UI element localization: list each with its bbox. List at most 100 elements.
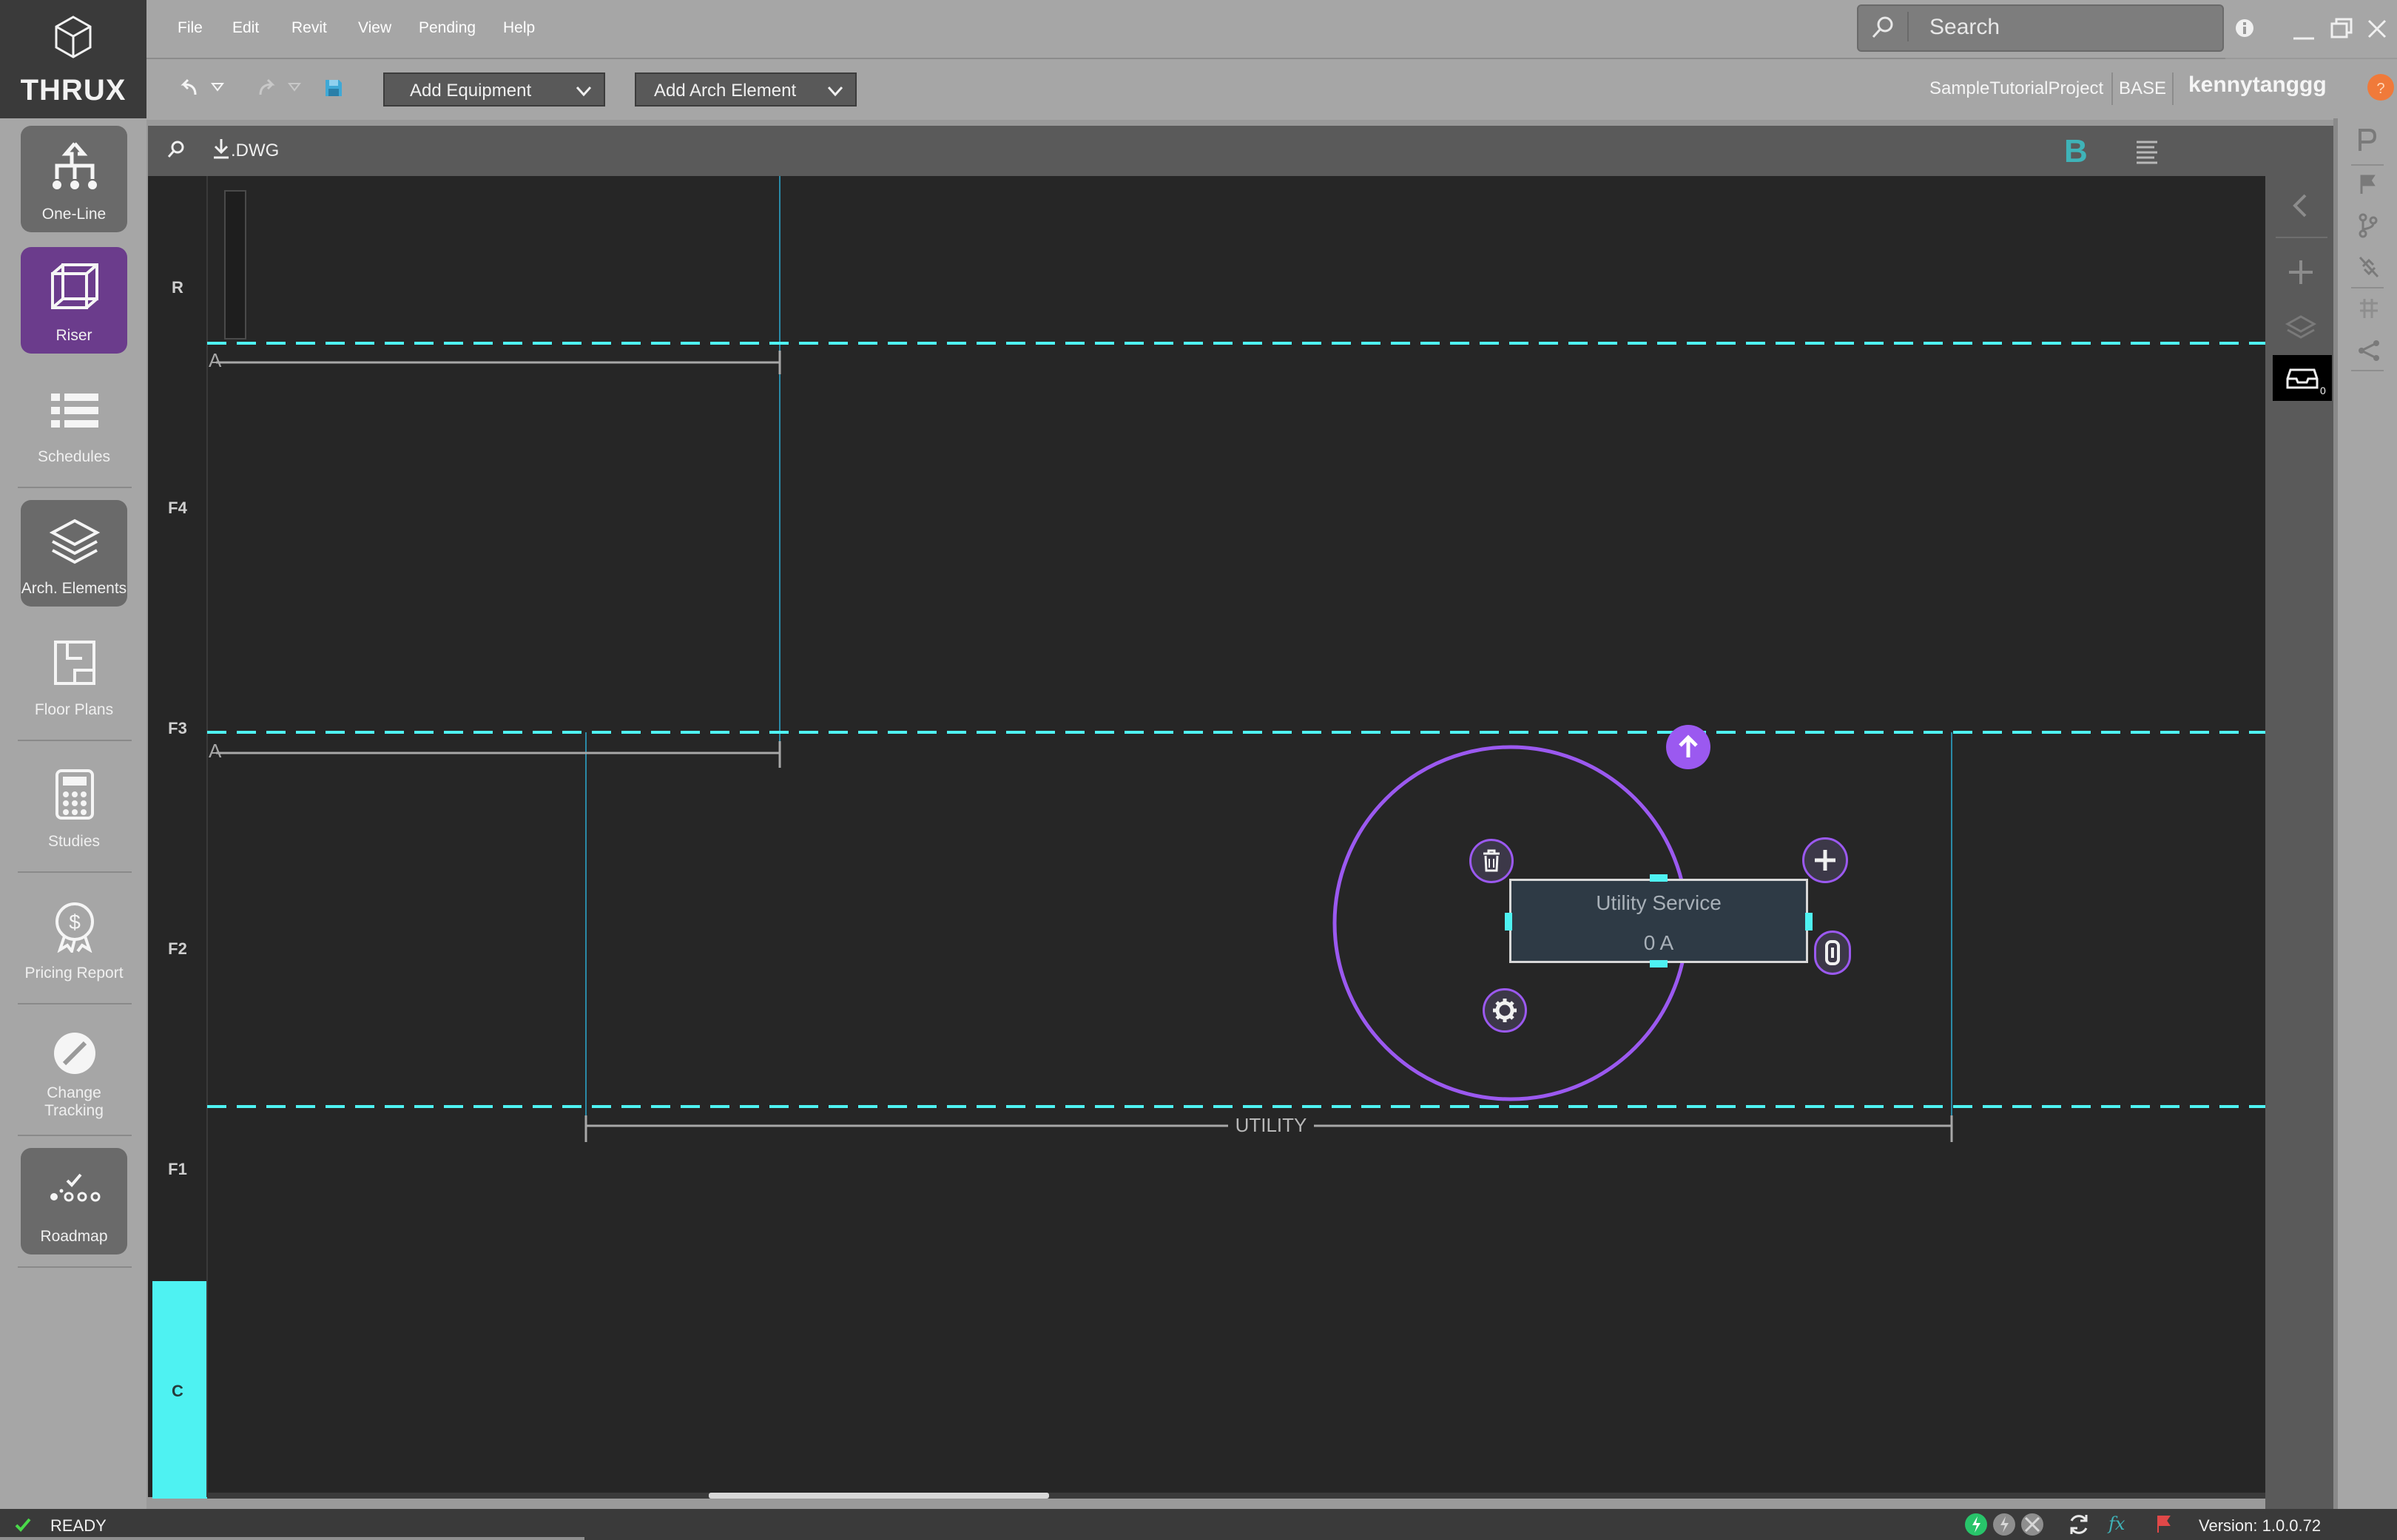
horizontal-scroll-thumb[interactable] xyxy=(709,1493,1049,1499)
equipment-amps: 0 A xyxy=(1643,931,1674,954)
refresh-icon[interactable] xyxy=(2066,1512,2092,1537)
app-logo: THRUX xyxy=(0,0,146,118)
version-label: Version: 1.0.0.72 xyxy=(2199,1516,2322,1535)
settings-button[interactable] xyxy=(1483,988,1527,1033)
disconnect-icon[interactable] xyxy=(2357,254,2381,280)
horizontal-scrollbar[interactable] xyxy=(207,1493,2265,1499)
close-icon[interactable] xyxy=(2364,16,2390,41)
search-input[interactable] xyxy=(1857,4,2224,52)
info-icon[interactable] xyxy=(2234,18,2255,38)
chevron-down-icon xyxy=(576,86,592,97)
trash-icon xyxy=(1483,849,1500,872)
resize-handle-top[interactable] xyxy=(1650,874,1668,882)
sidebar-item-change-tracking[interactable]: Change Tracking xyxy=(21,1016,127,1127)
add-equipment-dropdown[interactable]: Add Equipment xyxy=(383,72,605,107)
sidebar-item-roadmap[interactable]: Roadmap xyxy=(21,1148,127,1254)
flag-icon[interactable] xyxy=(2357,173,2378,195)
rail-divider xyxy=(2351,287,2384,288)
branch-name: BASE xyxy=(2119,78,2167,98)
link-button[interactable] xyxy=(1814,931,1851,975)
minimize-icon[interactable] xyxy=(2290,16,2317,41)
download-icon[interactable] xyxy=(212,138,231,160)
resize-handle-left[interactable] xyxy=(1505,913,1512,931)
add-connection-button[interactable] xyxy=(1802,837,1848,883)
delete-button[interactable] xyxy=(1469,839,1514,883)
utility-room-label: UTILITY xyxy=(1235,1114,1307,1136)
restore-icon[interactable] xyxy=(2329,16,2356,41)
gear-icon xyxy=(1493,999,1517,1022)
b-mode-toggle[interactable]: B xyxy=(2064,133,2088,170)
sidebar-item-arch-elements[interactable]: Arch. Elements xyxy=(21,500,127,607)
rail-divider xyxy=(2351,164,2384,166)
status-text: READY xyxy=(50,1516,107,1535)
text-align-icon[interactable] xyxy=(2134,139,2160,166)
sidebar-item-label: Studies xyxy=(47,833,101,850)
menu-file[interactable]: File xyxy=(178,19,203,37)
sync-off-status-icon[interactable] xyxy=(2018,1512,2046,1537)
status-progress xyxy=(0,1537,584,1540)
resize-handle-bottom[interactable] xyxy=(1650,960,1668,967)
svg-text:$: $ xyxy=(69,911,81,933)
sidebar-divider xyxy=(18,1003,132,1004)
red-flag-icon[interactable] xyxy=(2154,1513,2174,1534)
add-arch-element-dropdown[interactable]: Add Arch Element xyxy=(635,72,857,107)
zoom-icon[interactable] xyxy=(166,139,186,160)
share-node-icon[interactable] xyxy=(2357,337,2381,362)
connection-status-icon[interactable] xyxy=(1962,1512,1990,1537)
riser-stub-element xyxy=(224,190,246,340)
save-icon[interactable] xyxy=(323,77,345,99)
menu-edit[interactable]: Edit xyxy=(232,19,259,37)
sidebar-item-floor-plans[interactable]: Floor Plans xyxy=(21,621,127,728)
avatar-icon: ? xyxy=(2376,81,2384,97)
move-up-button[interactable] xyxy=(1666,725,1710,769)
menu-pending[interactable]: Pending xyxy=(419,19,476,37)
sidebar-item-label: One-Line xyxy=(41,206,107,223)
add-icon[interactable] xyxy=(2286,257,2316,287)
menu-help[interactable]: Help xyxy=(503,19,535,37)
collapse-panel-icon[interactable] xyxy=(2288,191,2313,220)
sidebar-item-label: Change Tracking xyxy=(44,1084,104,1119)
sidebar-item-label: Schedules xyxy=(37,448,111,465)
sidebar-item-studies[interactable]: Studies xyxy=(21,753,127,860)
redo-dropdown-icon[interactable] xyxy=(287,81,302,93)
sidebar-item-label: Floor Plans xyxy=(34,701,114,718)
power-status-icon[interactable] xyxy=(1990,1512,2018,1537)
layers-icon[interactable] xyxy=(2285,312,2317,342)
utility-service-node[interactable]: Utility Service 0 A xyxy=(1509,879,1808,963)
sidebar-item-riser[interactable]: Riser xyxy=(21,247,127,354)
schedules-list-icon xyxy=(51,394,98,428)
inbox-button[interactable]: 0 xyxy=(2273,355,2332,401)
undo-icon[interactable] xyxy=(178,77,201,99)
user-avatar[interactable]: ? xyxy=(2367,74,2394,101)
riser-diagram xyxy=(206,176,2265,1497)
grid-icon[interactable] xyxy=(2357,296,2381,321)
link-icon xyxy=(1825,940,1840,965)
user-name[interactable]: kennytanggg xyxy=(2188,72,2327,98)
roadmap-icon xyxy=(50,1173,101,1202)
arrow-up-icon xyxy=(1679,734,1698,757)
redo-icon[interactable] xyxy=(254,77,278,99)
sidebar-divider xyxy=(18,1135,132,1136)
logo-text: THRUX xyxy=(20,74,127,107)
menu-revit[interactable]: Revit xyxy=(291,19,327,37)
sidebar-item-one-line[interactable]: One-Line xyxy=(21,126,127,232)
dwg-export-label[interactable]: .DWG xyxy=(231,141,279,161)
search-icon xyxy=(1872,16,1893,38)
formula-fx-icon[interactable]: fx xyxy=(2108,1513,2125,1534)
sidebar-item-pricing-report[interactable]: $ Pricing Report xyxy=(21,885,127,991)
search-divider xyxy=(1907,12,1909,41)
undo-dropdown-icon[interactable] xyxy=(210,81,225,93)
properties-icon[interactable] xyxy=(2356,127,2378,152)
plus-icon xyxy=(1815,850,1835,871)
room-marker: A xyxy=(209,349,222,371)
resize-handle-right[interactable] xyxy=(1805,913,1813,931)
canvas-toolbar xyxy=(148,126,2265,176)
ready-check-icon xyxy=(15,1518,31,1532)
branch-icon[interactable] xyxy=(2357,213,2379,238)
sidebar-item-label: Pricing Report xyxy=(24,965,124,982)
menu-view[interactable]: View xyxy=(358,19,391,37)
sidebar-divider xyxy=(18,740,132,741)
room-marker: A xyxy=(209,740,222,762)
sidebar-item-schedules[interactable]: Schedules xyxy=(21,368,127,475)
pricing-badge-icon: $ xyxy=(55,902,94,953)
